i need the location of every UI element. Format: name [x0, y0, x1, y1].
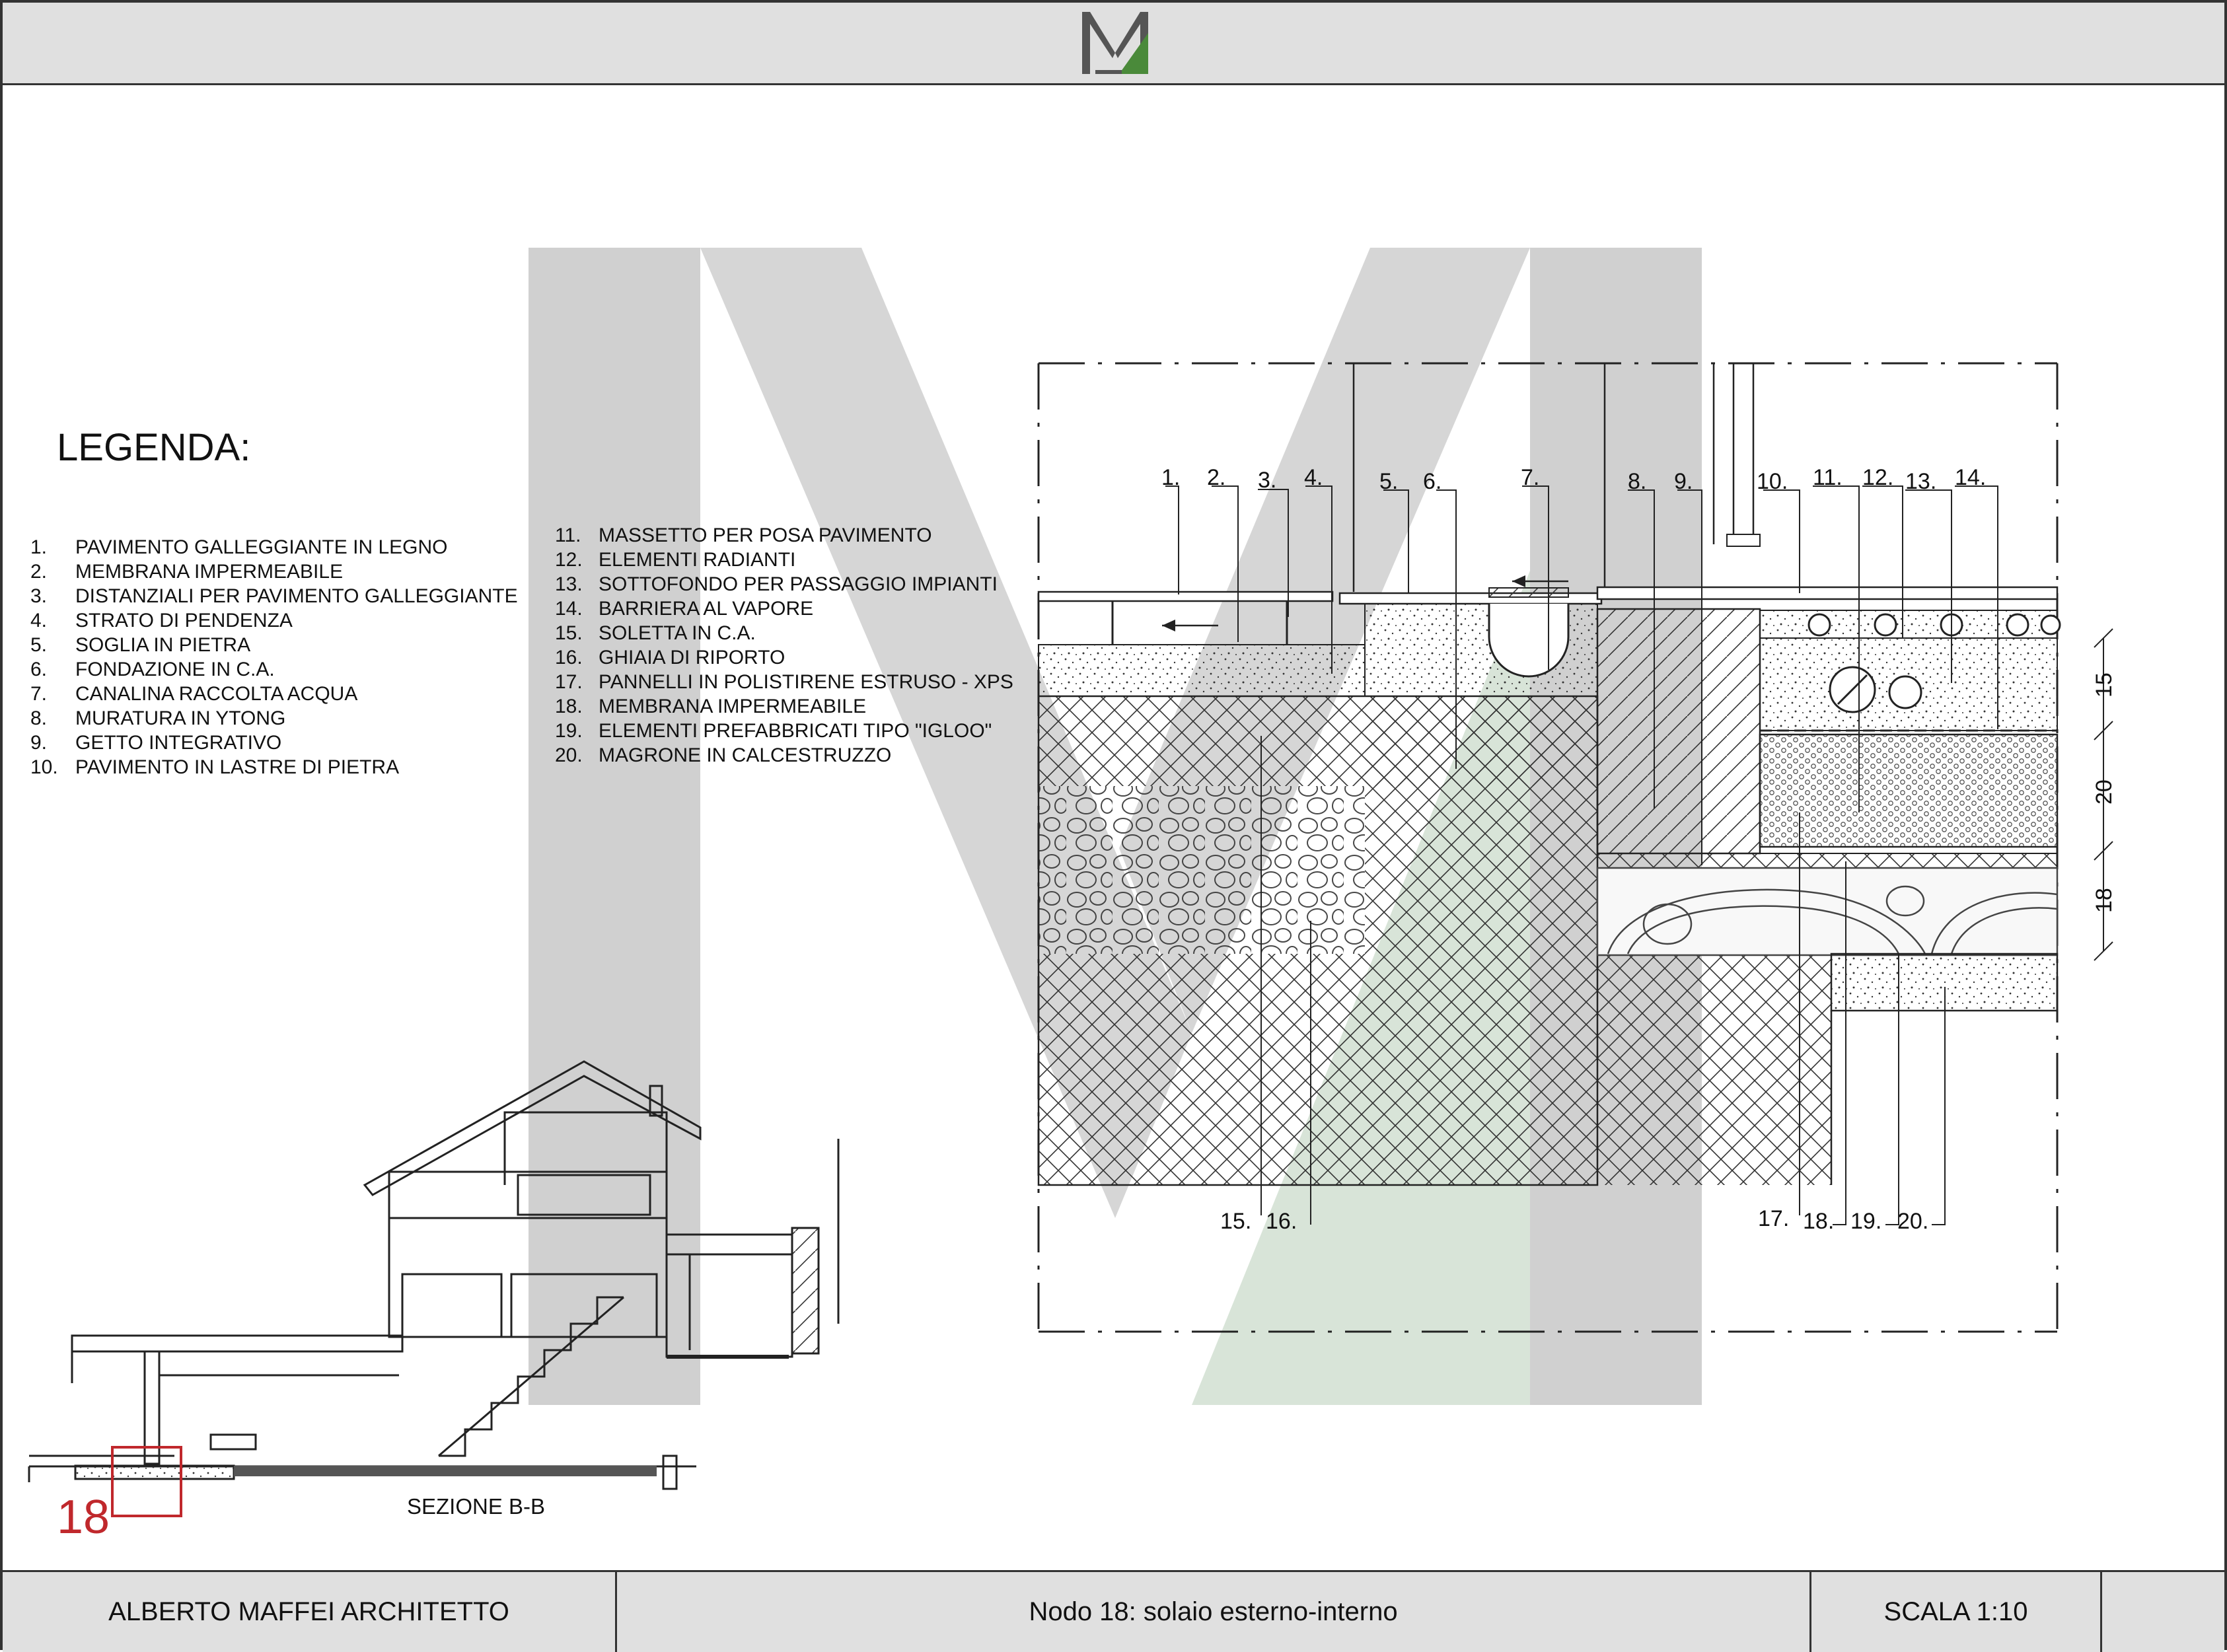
- callout-19: 19.: [1850, 1209, 1881, 1234]
- legend-item: 18. MEMBRANA IMPERMEABILE: [555, 696, 867, 717]
- legend-item: 1. PAVIMENTO GALLEGGIANTE IN LEGNO: [30, 536, 448, 558]
- callout-8: 8.: [1628, 469, 1646, 494]
- callout-4: 4.: [1304, 465, 1323, 490]
- legend-item: 10. PAVIMENTO IN LASTRE DI PIETRA: [30, 756, 400, 778]
- node-18-highlight: [111, 1446, 182, 1517]
- callout-13: 13.: [1905, 469, 1936, 494]
- node-number: 18: [57, 1491, 110, 1544]
- legend-item: 6. FONDAZIONE IN C.A.: [30, 659, 275, 680]
- section-title: SEZIONE B-B: [407, 1494, 546, 1519]
- callout-18: 18.: [1803, 1209, 1834, 1234]
- author-cell: ALBERTO MAFFEI ARCHITETTO: [3, 1572, 617, 1652]
- dimension-20: 20: [2092, 779, 2117, 805]
- legend-item: 12. ELEMENTI RADIANTI: [555, 549, 796, 571]
- legend-item: 5. SOGLIA IN PIETRA: [30, 634, 251, 656]
- empty-cell: [2102, 1572, 2224, 1652]
- callout-20: 20.: [1897, 1209, 1928, 1234]
- scale-cell: SCALA 1:10: [1811, 1572, 2102, 1652]
- callout-16: 16.: [1266, 1209, 1297, 1234]
- callout-1: 1.: [1161, 465, 1180, 490]
- legend-item: 16. GHIAIA DI RIPORTO: [555, 647, 785, 668]
- legend-item: 7. CANALINA RACCOLTA ACQUA: [30, 683, 358, 705]
- callout-15: 15.: [1220, 1209, 1251, 1234]
- legend-item: 4. STRATO DI PENDENZA: [30, 610, 293, 631]
- callout-3: 3.: [1258, 468, 1276, 493]
- callout-9: 9.: [1674, 469, 1693, 494]
- legend-item: 11. MASSETTO PER POSA PAVIMENTO: [555, 524, 932, 546]
- dimension-18: 18: [2092, 888, 2117, 913]
- legend-item: 19. ELEMENTI PREFABBRICATI TIPO "IGLOO": [555, 720, 992, 742]
- callout-2: 2.: [1207, 465, 1225, 490]
- callout-6: 6.: [1423, 469, 1442, 494]
- callout-17: 17.: [1758, 1206, 1789, 1231]
- legend-item: 20. MAGRONE IN CALCESTRUZZO: [555, 744, 892, 766]
- legend-item: 2. MEMBRANA IMPERMEABILE: [30, 561, 344, 583]
- legend-item: 9. GETTO INTEGRATIVO: [30, 732, 282, 754]
- legend-column-1: 1. PAVIMENTO GALLEGGIANTE IN LEGNO 2. MEMB…: [30, 535, 518, 779]
- callout-7: 7.: [1521, 465, 1539, 490]
- legend-item: 8. MURATURA IN YTONG: [30, 707, 286, 729]
- drawing-sheet: 15 20 18 1. 2. 3. 4. 5. 6. 7. 8. 9. 10. …: [0, 0, 2227, 1652]
- legend-title: LEGENDA:: [57, 426, 251, 469]
- callout-12: 12.: [1862, 465, 1893, 490]
- drawing-canvas: 15 20 18 1. 2. 3. 4. 5. 6. 7. 8. 9. 10. …: [28, 248, 2117, 1517]
- dimension-15: 15: [2092, 672, 2117, 698]
- legend-item: 14. BARRIERA AL VAPORE: [555, 598, 814, 620]
- drawing-title-cell: Nodo 18: solaio esterno-interno: [617, 1572, 1811, 1652]
- title-block: ALBERTO MAFFEI ARCHITETTO Nodo 18: solai…: [3, 1570, 2224, 1652]
- legend-item: 15. SOLETTA IN C.A.: [555, 622, 756, 644]
- legend-item: 13. SOTTOFONDO PER PASSAGGIO IMPIANTI: [555, 573, 998, 595]
- callout-11: 11.: [1813, 465, 1843, 490]
- igloo-elements: [1596, 867, 2059, 956]
- callout-14: 14.: [1955, 465, 1986, 490]
- legend-item: 17. PANNELLI IN POLISTIRENE ESTRUSO - XPS: [555, 671, 1013, 693]
- legend-column-2: 11. MASSETTO PER POSA PAVIMENTO 12. ELEMEN…: [555, 523, 1013, 768]
- callout-10: 10.: [1757, 469, 1788, 494]
- callout-5: 5.: [1379, 469, 1398, 494]
- legend-item: 3. DISTANZIALI PER PAVIMENTO GALLEGGIANTE: [30, 585, 518, 607]
